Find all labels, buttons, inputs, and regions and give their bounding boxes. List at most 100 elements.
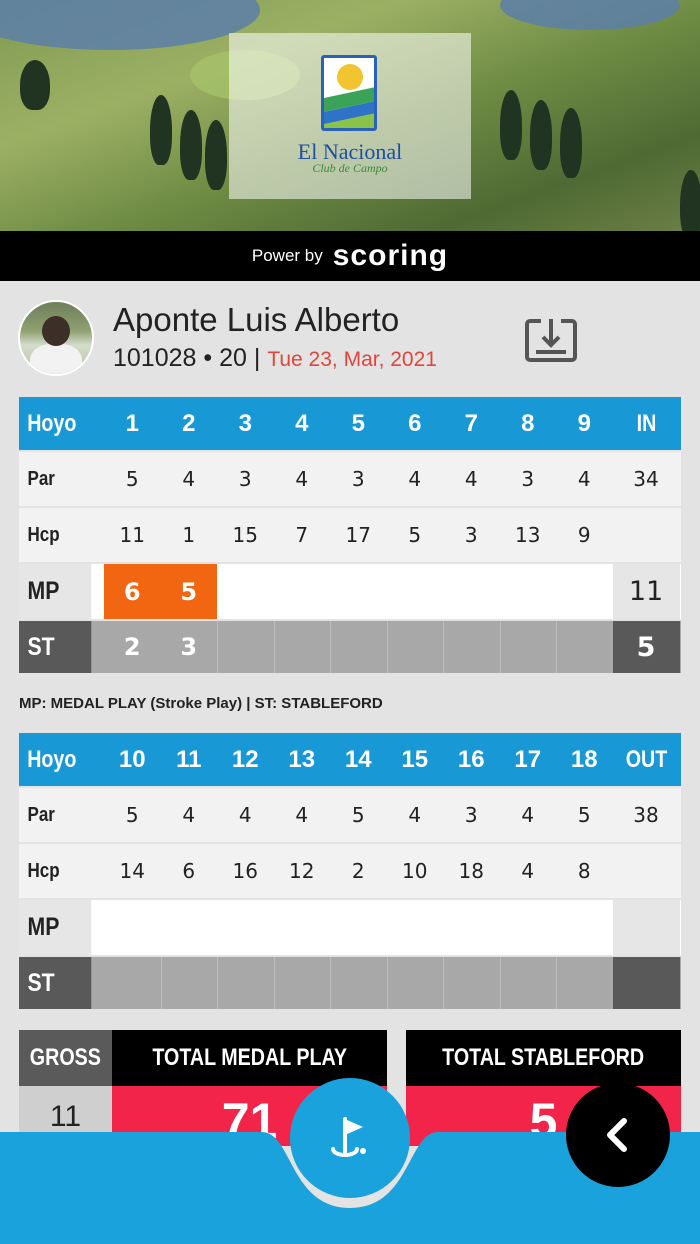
golf-flag-icon bbox=[331, 1117, 366, 1157]
hole-number: 17 bbox=[514, 745, 542, 773]
st-points bbox=[386, 621, 444, 673]
par-value: 4 bbox=[182, 467, 196, 491]
scorecard-front-nine: Hoyo 1 2 3 4 5 6 7 8 9 IN Par 5 4 3 4 3 … bbox=[19, 397, 681, 675]
hcp-row: Hcp 14 6 16 12 2 10 18 4 8 bbox=[19, 844, 681, 898]
st-points bbox=[499, 621, 557, 673]
hcp-value: 14 bbox=[119, 859, 145, 883]
par-value: 4 bbox=[295, 467, 309, 491]
download-button[interactable] bbox=[524, 317, 578, 363]
mp-score bbox=[274, 564, 331, 619]
par-value: 3 bbox=[238, 467, 252, 491]
hcp-value: 4 bbox=[521, 859, 535, 883]
hole-number: 10 bbox=[118, 745, 146, 773]
mp-label: MP bbox=[19, 564, 92, 619]
par-value: 5 bbox=[125, 803, 139, 827]
hole-number: 3 bbox=[238, 409, 252, 437]
par-value: 3 bbox=[464, 803, 478, 827]
st-points bbox=[217, 621, 274, 673]
st-label: ST bbox=[19, 957, 92, 1009]
st-points bbox=[273, 957, 331, 1009]
hole-number: 12 bbox=[231, 745, 259, 773]
hole-number: 13 bbox=[288, 745, 316, 773]
gross-label: GROSS bbox=[29, 1044, 102, 1071]
mp-score bbox=[556, 564, 613, 619]
hcp-value: 9 bbox=[577, 523, 591, 547]
st-total bbox=[612, 957, 680, 1009]
mp-total bbox=[612, 900, 680, 955]
par-value: 5 bbox=[351, 803, 365, 827]
par-total: 34 bbox=[633, 467, 659, 491]
hcp-value: 8 bbox=[577, 859, 591, 883]
mp-score bbox=[161, 900, 218, 955]
par-label: Par bbox=[27, 467, 55, 490]
hcp-value: 2 bbox=[351, 859, 365, 883]
club-logo: El Nacional Club de Campo bbox=[229, 33, 471, 199]
mp-score bbox=[443, 564, 500, 619]
mp-score bbox=[274, 900, 331, 955]
hcp-label: Hcp bbox=[27, 859, 60, 882]
st-points bbox=[443, 957, 500, 1009]
hcp-value: 17 bbox=[345, 523, 371, 547]
st-points bbox=[499, 957, 557, 1009]
hcp-value: 3 bbox=[464, 523, 478, 547]
st-points bbox=[104, 957, 161, 1009]
golf-course-button[interactable] bbox=[290, 1078, 410, 1198]
par-label: Par bbox=[27, 803, 55, 826]
par-value: 4 bbox=[295, 803, 309, 827]
par-value: 5 bbox=[577, 803, 591, 827]
hcp-value: 11 bbox=[119, 523, 145, 547]
st-points bbox=[556, 621, 613, 673]
hole-number: 18 bbox=[570, 745, 598, 773]
mp-score bbox=[443, 900, 500, 955]
player-name: Aponte Luis Alberto bbox=[113, 301, 400, 338]
hcp-value: 18 bbox=[458, 859, 484, 883]
download-icon bbox=[525, 319, 577, 362]
mp-row: MP bbox=[19, 900, 681, 955]
club-subtitle: Club de Campo bbox=[312, 161, 388, 175]
back-button[interactable] bbox=[566, 1083, 670, 1187]
hole-label: Hoyo bbox=[27, 745, 77, 773]
hcp-value: 13 bbox=[515, 523, 541, 547]
brand-logo: scoring bbox=[332, 239, 449, 272]
hcp-value: 16 bbox=[232, 859, 258, 883]
hole-number: 2 bbox=[182, 409, 196, 437]
powered-by-label: Power by bbox=[251, 246, 323, 265]
hcp-value: 15 bbox=[232, 523, 258, 547]
hcp-value: 6 bbox=[182, 859, 196, 883]
player-handicap: 20 bbox=[219, 344, 247, 372]
mp-score bbox=[500, 564, 557, 619]
par-value: 3 bbox=[351, 467, 365, 491]
hole-number: 15 bbox=[401, 745, 429, 773]
hcp-row: Hcp 11 1 15 7 17 5 3 13 9 bbox=[19, 508, 681, 562]
mp-score bbox=[330, 564, 387, 619]
hole-number: 8 bbox=[521, 409, 535, 437]
stableford-header: TOTAL STABLEFORD bbox=[406, 1030, 681, 1086]
st-points bbox=[160, 957, 218, 1009]
hole-number: 6 bbox=[408, 409, 422, 437]
st-row: ST bbox=[19, 957, 681, 1009]
header-row: Hoyo 1 2 3 4 5 6 7 8 9 IN bbox=[19, 397, 681, 450]
mp-label: MP bbox=[19, 900, 92, 955]
hole-number: 5 bbox=[351, 409, 365, 437]
hcp-value: 1 bbox=[182, 523, 196, 547]
st-points: 2 bbox=[123, 633, 141, 661]
round-date: Tue 23, Mar, 2021 bbox=[267, 348, 437, 371]
par-row: Par 5 4 3 4 3 4 4 3 4 34 bbox=[19, 452, 681, 506]
mp-score bbox=[330, 900, 387, 955]
mp-score bbox=[500, 900, 557, 955]
mp-score bbox=[387, 900, 444, 955]
stableford-label: TOTAL STABLEFORD bbox=[442, 1044, 645, 1071]
mp-score: 5 bbox=[160, 564, 217, 619]
par-total: 38 bbox=[633, 803, 659, 827]
mp-score bbox=[104, 900, 161, 955]
club-emblem bbox=[321, 55, 377, 131]
st-label: ST bbox=[19, 621, 92, 673]
hole-number: 16 bbox=[457, 745, 485, 773]
par-value: 4 bbox=[408, 467, 422, 491]
mp-row: MP 6 5 11 bbox=[19, 564, 681, 619]
hole-number: 4 bbox=[295, 409, 309, 437]
hcp-value: 5 bbox=[408, 523, 422, 547]
dot-separator: • bbox=[203, 344, 220, 372]
hole-number: 9 bbox=[577, 409, 591, 437]
st-points bbox=[386, 957, 444, 1009]
